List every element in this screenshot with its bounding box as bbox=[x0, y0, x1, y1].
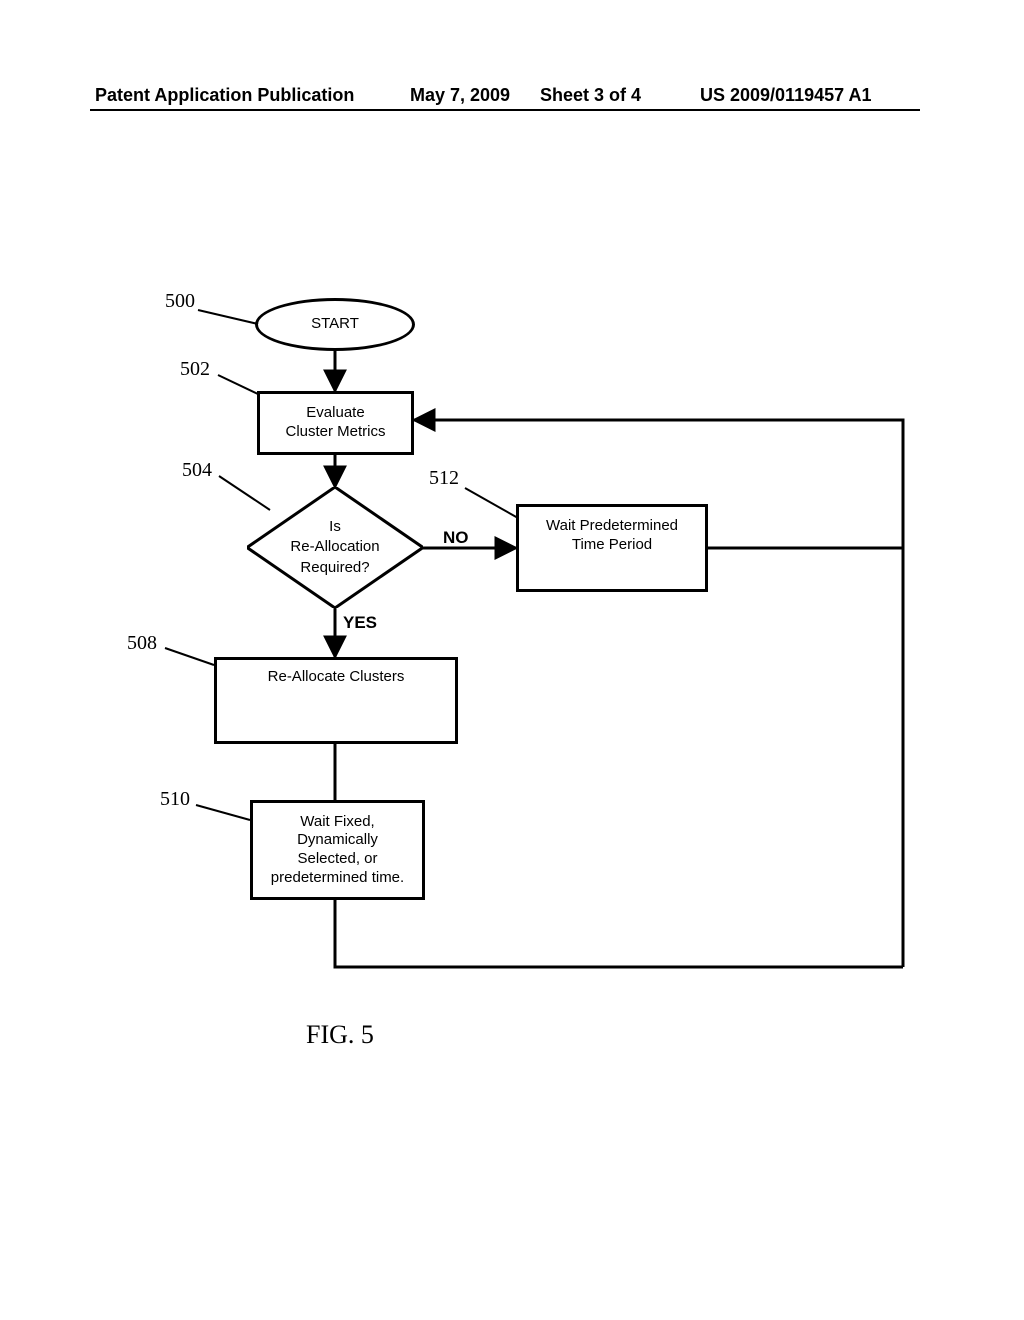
wait-predetermined-text: Wait Predetermined Time Period bbox=[546, 517, 678, 555]
decision-text: Is Re-Allocation Required? bbox=[290, 517, 379, 578]
branch-no: NO bbox=[443, 528, 469, 548]
label-504: 504 bbox=[182, 459, 212, 482]
wait-fixed-text: Wait Fixed, Dynamically Selected, or pre… bbox=[271, 813, 404, 888]
branch-yes: YES bbox=[343, 613, 377, 633]
label-500: 500 bbox=[165, 290, 195, 313]
wait-predetermined-node: Wait Predetermined Time Period bbox=[516, 504, 708, 592]
start-text: START bbox=[311, 315, 359, 334]
decision-node: Is Re-Allocation Required? bbox=[247, 487, 423, 608]
evaluate-text: Evaluate Cluster Metrics bbox=[285, 404, 385, 442]
diagram-canvas: START Evaluate Cluster Metrics Is Re-All… bbox=[0, 0, 1024, 1320]
reallocate-node: Re-Allocate Clusters bbox=[214, 657, 458, 744]
start-node: START bbox=[255, 298, 415, 351]
label-508: 508 bbox=[127, 632, 157, 655]
label-512: 512 bbox=[429, 467, 459, 490]
reallocate-text: Re-Allocate Clusters bbox=[268, 668, 405, 687]
wait-fixed-node: Wait Fixed, Dynamically Selected, or pre… bbox=[250, 800, 425, 900]
label-510: 510 bbox=[160, 788, 190, 811]
evaluate-node: Evaluate Cluster Metrics bbox=[257, 391, 414, 455]
label-502: 502 bbox=[180, 358, 210, 381]
figure-label: FIG. 5 bbox=[306, 1020, 374, 1050]
